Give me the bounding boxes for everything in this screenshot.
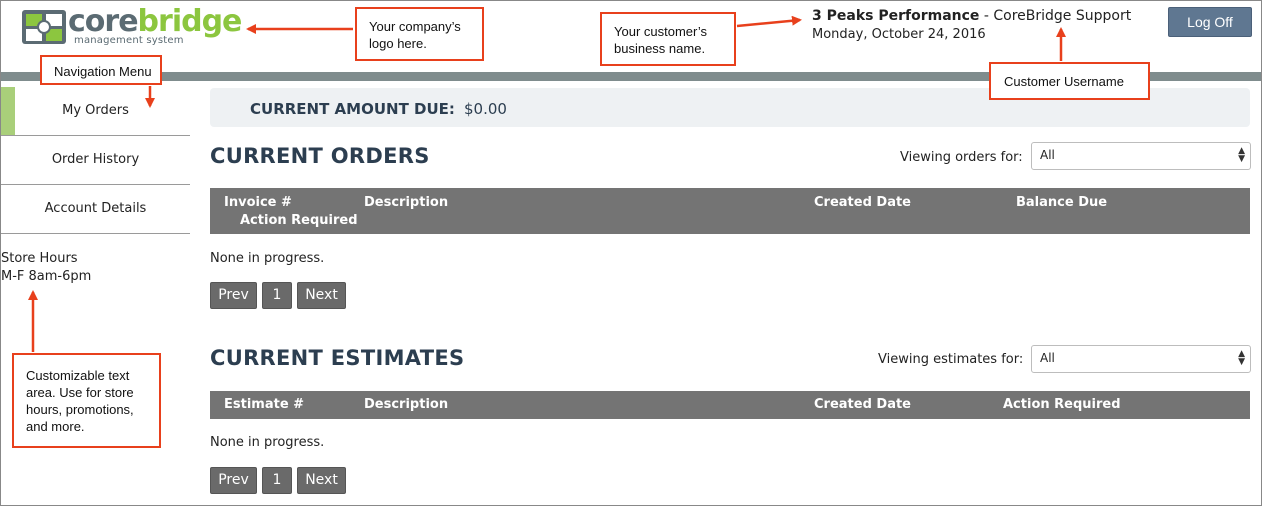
customer-username: - CoreBridge Support <box>979 8 1132 24</box>
orders-prev-button[interactable]: Prev <box>210 282 257 309</box>
nav-item-my-orders[interactable]: My Orders <box>1 87 190 136</box>
callout-business-name: Your customer’s business name. <box>600 12 736 66</box>
orders-page-1-button[interactable]: 1 <box>262 282 292 309</box>
company-logo[interactable]: corebridge management system <box>22 4 242 48</box>
column-header-action-required[interactable]: Action Required <box>1003 397 1121 412</box>
updown-arrows-icon: ▲ ▼ <box>1238 146 1245 164</box>
nav-item-label: Account Details <box>44 201 147 216</box>
logo-subtitle: management system <box>74 35 184 46</box>
estimates-viewing-label: Viewing estimates for: <box>878 352 1024 367</box>
estimates-empty-message: None in progress. <box>210 435 325 450</box>
store-hours-value: M-F 8am-6pm <box>1 269 92 284</box>
callout-customizable-text-area: Customizable text area. Use for store ho… <box>12 353 161 448</box>
amount-due-label: CURRENT AMOUNT DUE: <box>250 100 455 118</box>
column-header-invoice[interactable]: Invoice # <box>224 195 292 210</box>
column-header-balance-due[interactable]: Balance Due <box>1016 195 1107 210</box>
customer-business-line: 3 Peaks Performance - CoreBridge Support <box>812 8 1131 24</box>
orders-empty-message: None in progress. <box>210 251 325 266</box>
orders-section-title: CURRENT ORDERS <box>210 144 430 168</box>
orders-next-button[interactable]: Next <box>297 282 346 309</box>
orders-filter-select[interactable]: All ▲ ▼ <box>1031 142 1251 170</box>
nav-item-order-history[interactable]: Order History <box>1 136 190 185</box>
estimates-page-1-button[interactable]: 1 <box>262 467 292 494</box>
nav-item-account-details[interactable]: Account Details <box>1 185 190 234</box>
current-date: Monday, October 24, 2016 <box>812 27 986 42</box>
store-hours-title: Store Hours <box>1 251 78 266</box>
callout-logo: Your company’s logo here. <box>355 7 484 61</box>
navigation-menu: My Orders Order History Account Details <box>1 87 190 234</box>
nav-item-label: My Orders <box>62 103 129 118</box>
estimates-table-header: Estimate # Description Created Date Acti… <box>210 391 1250 419</box>
callout-navigation-menu: Navigation Menu <box>40 55 162 85</box>
logo-wordmark: corebridge <box>68 4 242 39</box>
column-header-description[interactable]: Description <box>364 397 448 412</box>
callout-customer-username: Customer Username <box>989 62 1150 100</box>
estimates-next-button[interactable]: Next <box>297 467 346 494</box>
column-header-description[interactable]: Description <box>364 195 448 210</box>
updown-arrows-icon: ▲ ▼ <box>1238 349 1245 367</box>
orders-filter-value: All <box>1040 148 1055 162</box>
column-header-estimate[interactable]: Estimate # <box>224 397 304 412</box>
orders-table-header: Invoice # Description Created Date Balan… <box>210 188 1250 234</box>
estimates-filter-select[interactable]: All ▲ ▼ <box>1031 345 1251 373</box>
column-header-action-required[interactable]: Action Required <box>240 213 358 228</box>
business-name: 3 Peaks Performance <box>812 8 980 24</box>
estimates-section-title: CURRENT ESTIMATES <box>210 346 465 370</box>
estimates-filter-value: All <box>1040 351 1055 365</box>
store-hours-text: Store Hours M-F 8am-6pm <box>1 250 91 286</box>
logo-mark-icon <box>22 10 66 44</box>
orders-viewing-label: Viewing orders for: <box>900 150 1023 165</box>
amount-due-value: $0.00 <box>464 100 507 118</box>
estimates-prev-button[interactable]: Prev <box>210 467 257 494</box>
column-header-created-date[interactable]: Created Date <box>814 195 911 210</box>
logoff-button[interactable]: Log Off <box>1168 7 1252 37</box>
nav-item-label: Order History <box>51 152 140 167</box>
column-header-created-date[interactable]: Created Date <box>814 397 911 412</box>
